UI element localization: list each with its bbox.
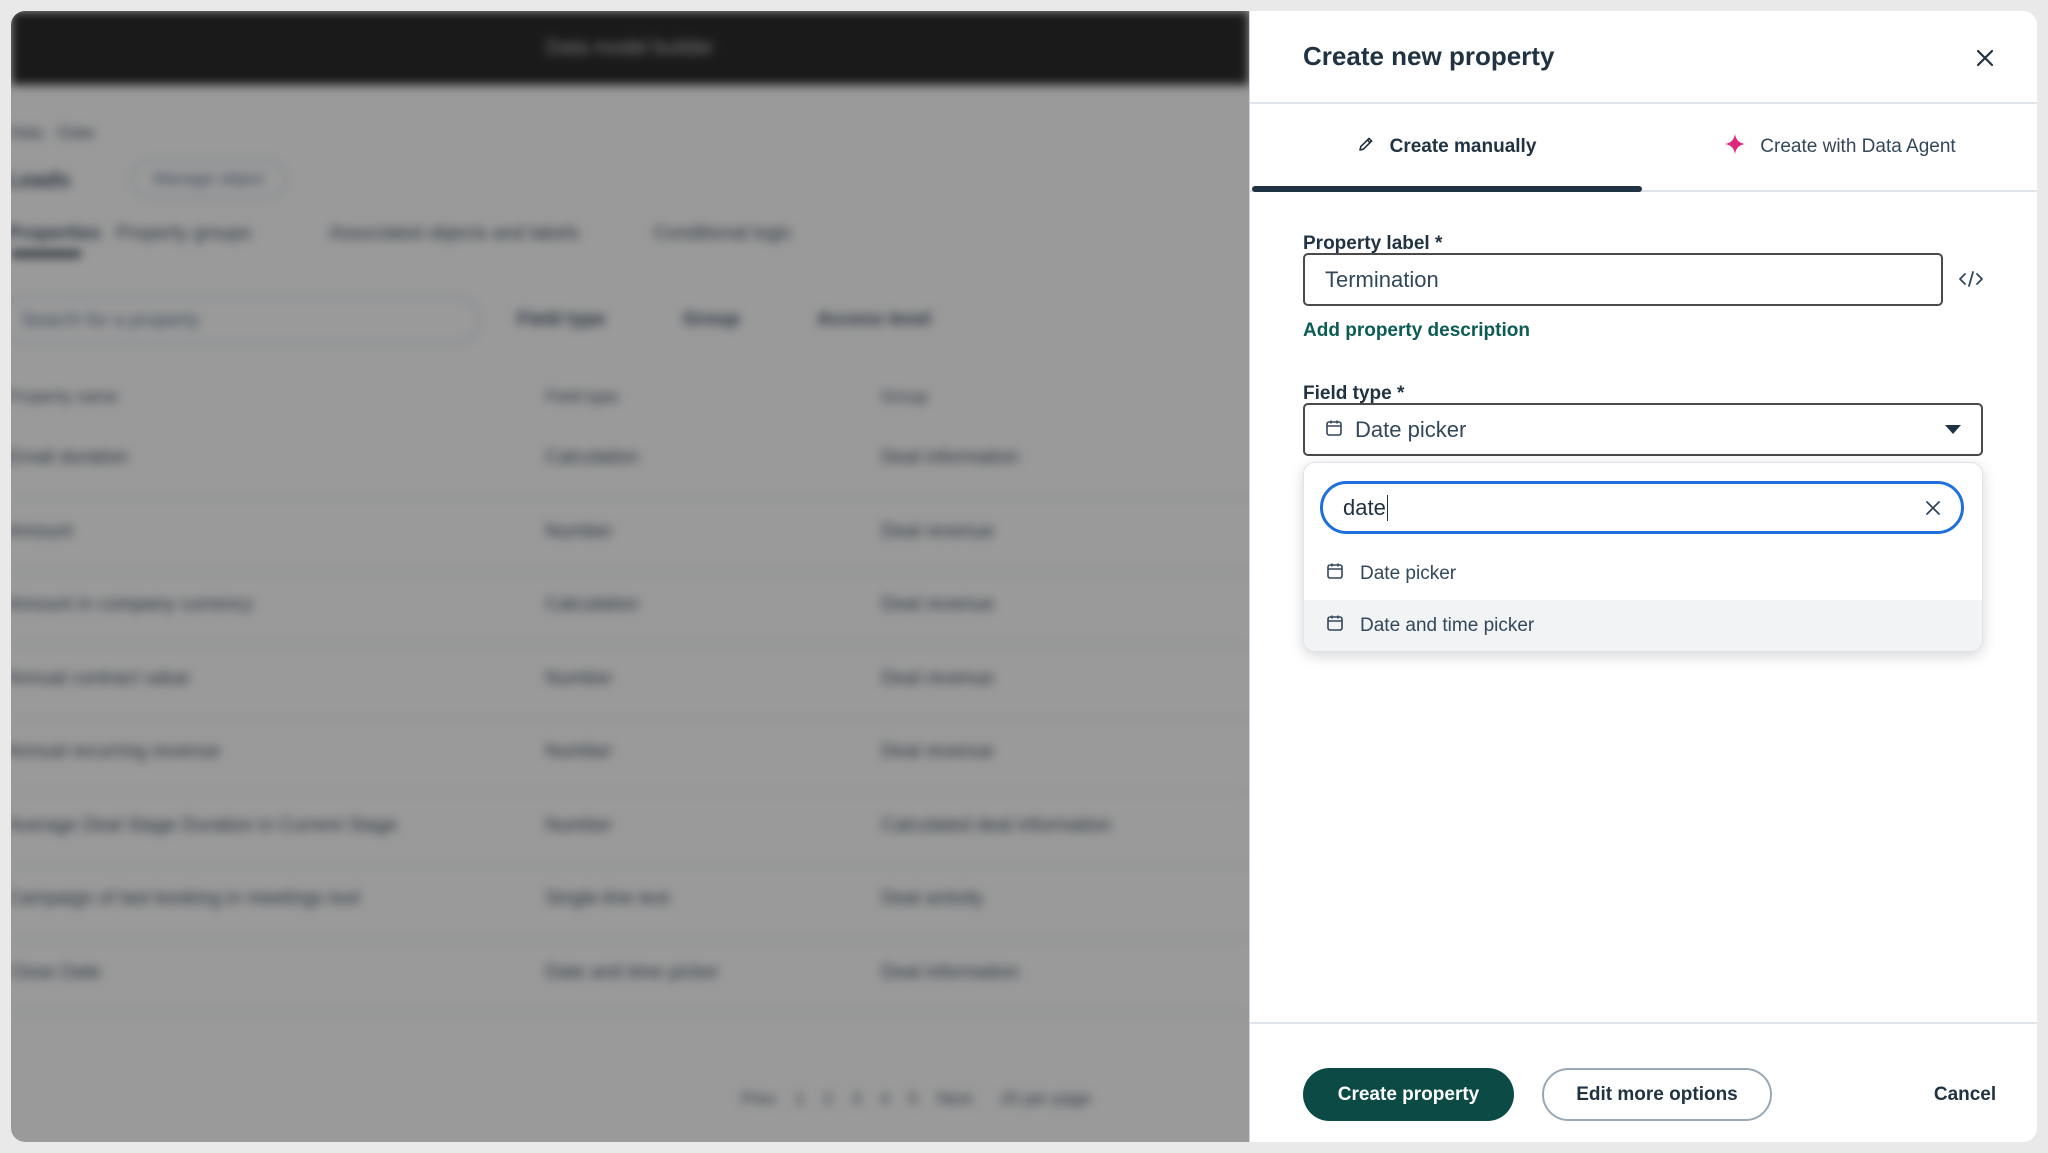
panel-title: Create new property	[1303, 41, 1555, 71]
dropdown-option-date-and-time-picker[interactable]: Date and time picker	[1304, 600, 1982, 651]
field-type-dropdown: date Date picker Date and time picker	[1303, 462, 1983, 652]
add-property-description-link[interactable]: Add property description	[1303, 320, 1530, 342]
edit-more-options-button[interactable]: Edit more options	[1542, 1068, 1772, 1121]
modal-overlay[interactable]	[11, 11, 1249, 1142]
dropdown-option-label: Date and time picker	[1360, 615, 1535, 636]
create-property-button[interactable]: Create property	[1303, 1068, 1514, 1121]
calendar-icon	[1326, 614, 1344, 638]
dropdown-option-label: Date picker	[1360, 563, 1457, 584]
background-page: Data model builder Data · Data Leads Man…	[11, 11, 1249, 1142]
dropdown-search-value: date	[1343, 494, 1386, 520]
field-type-value: Date picker	[1355, 416, 1467, 442]
close-icon[interactable]	[1972, 45, 1998, 71]
panel-header: Create new property	[1250, 11, 2037, 104]
dropdown-option-date-picker[interactable]: Date picker	[1304, 548, 1982, 600]
text-cursor	[1386, 494, 1388, 521]
code-icon[interactable]	[1956, 267, 1986, 291]
app-window: Data model builder Data · Data Leads Man…	[11, 11, 2037, 1142]
field-type-select[interactable]: Date picker	[1303, 403, 1983, 456]
property-label-heading: Property label *	[1303, 233, 1443, 254]
property-label-value: Termination	[1325, 266, 1439, 292]
panel-tabs: Create manually Create with Data Agent	[1250, 104, 2037, 192]
tab-create-with-data-agent-label: Create with Data Agent	[1760, 136, 1956, 157]
calendar-icon	[1325, 417, 1343, 443]
property-label-input[interactable]: Termination	[1303, 253, 1943, 306]
pencil-icon	[1356, 134, 1376, 160]
sparkle-icon	[1724, 133, 1746, 161]
field-type-heading: Field type *	[1303, 383, 1405, 404]
chevron-down-icon	[1945, 425, 1961, 434]
tab-create-with-data-agent[interactable]: Create with Data Agent	[1642, 104, 2037, 190]
clear-search-icon[interactable]	[1923, 498, 1943, 518]
panel-footer: Create property Edit more options Cancel	[1250, 1022, 2037, 1142]
tab-create-manually-label: Create manually	[1389, 136, 1537, 157]
calendar-icon	[1326, 562, 1344, 586]
tab-create-manually[interactable]: Create manually	[1250, 104, 1642, 190]
create-property-panel: Create new property Create manually Crea…	[1249, 11, 2037, 1142]
active-tab-underline	[1252, 186, 1642, 192]
dropdown-search-input[interactable]: date	[1320, 481, 1964, 534]
cancel-button[interactable]: Cancel	[1910, 1068, 2020, 1121]
